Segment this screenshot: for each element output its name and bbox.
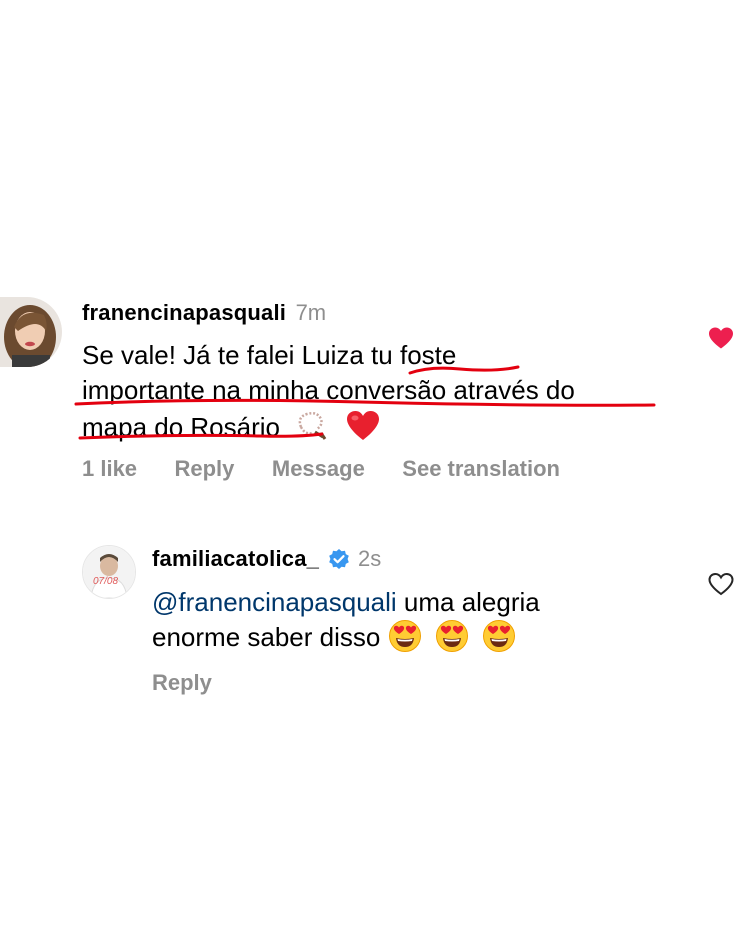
heart-eyes-emoji <box>435 619 469 659</box>
reply-reply-button[interactable]: Reply <box>152 670 212 695</box>
comment-username[interactable]: franencinapasquali <box>82 300 286 325</box>
comment-likes-count[interactable]: 1 like <box>82 456 137 481</box>
comment-header: franencinapasquali 7m <box>82 300 326 326</box>
comment-line-3: mapa do Rosário <box>82 410 575 448</box>
reply-line-1-text: uma alegria <box>396 587 540 617</box>
reply-text: @franencinapasquali uma alegria enorme s… <box>152 587 540 659</box>
heart-eyes-emoji <box>482 619 516 659</box>
reply-mention-link[interactable]: @franencinapasquali <box>152 587 397 617</box>
reply-avatar[interactable]: 07/08 <box>82 545 136 599</box>
reply-header: familiacatolica_ 2s <box>152 546 381 575</box>
reply-avatar-caption: 07/08 <box>93 576 119 587</box>
comment-actions: 1 like Reply Message See translation <box>82 456 560 482</box>
heart-eyes-emoji <box>388 619 422 659</box>
reply-actions: Reply <box>152 670 212 696</box>
comment-line-2: importante na minha conversão através do <box>82 375 575 405</box>
comment-like-heart-icon[interactable] <box>708 326 734 355</box>
comment-reply-button[interactable]: Reply <box>175 456 235 481</box>
reply-line-2: enorme saber disso <box>152 619 540 659</box>
see-translation-button[interactable]: See translation <box>402 456 560 481</box>
comment-line-3-text: mapa do Rosário <box>82 411 280 442</box>
reply-like-heart-icon[interactable] <box>708 572 734 601</box>
comment-timestamp: 7m <box>295 300 327 325</box>
comment-text: Se vale! Já te falei Luiza tu foste impo… <box>82 340 575 448</box>
heart-eyes-emojis <box>388 620 516 652</box>
comment-message-button[interactable]: Message <box>272 456 365 481</box>
reply-username[interactable]: familiacatolica_ <box>152 546 319 571</box>
reply-line-1: @franencinapasquali uma alegria <box>152 587 540 617</box>
reply-line-2-text: enorme saber disso <box>152 621 381 652</box>
reply-timestamp: 2s <box>357 546 382 571</box>
rosary-emoji <box>295 411 329 447</box>
avatar[interactable] <box>0 297 62 367</box>
verified-badge-icon <box>328 548 350 575</box>
comment-line-1: Se vale! Já te falei Luiza tu foste <box>82 340 457 370</box>
red-heart-emoji <box>346 410 380 448</box>
